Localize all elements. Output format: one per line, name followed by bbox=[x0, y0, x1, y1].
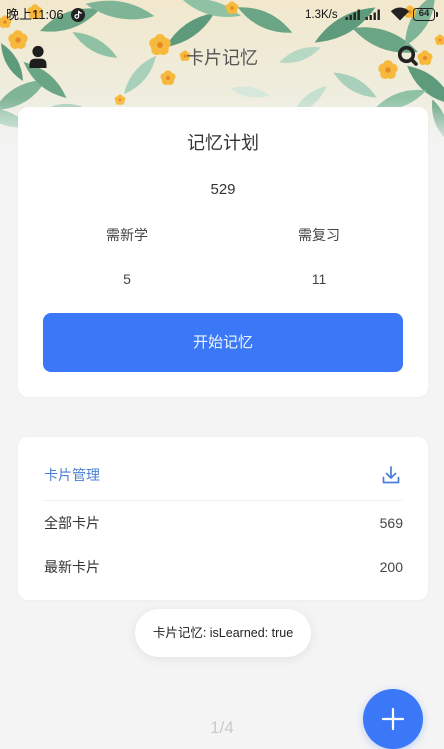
plan-title: 记忆计划 bbox=[187, 133, 259, 153]
toast-message: 卡片记忆: isLearned: true bbox=[135, 609, 311, 657]
new-learn-label: 需新学 bbox=[106, 227, 148, 243]
page-title: 卡片记忆 bbox=[186, 48, 258, 68]
all-cards-row[interactable]: 全部卡片 569 bbox=[44, 513, 403, 533]
latest-cards-row[interactable]: 最新卡片 200 bbox=[44, 557, 403, 577]
battery-icon: 64 bbox=[413, 8, 438, 21]
review-label: 需复习 bbox=[298, 227, 340, 243]
all-cards-count: 569 bbox=[379, 515, 403, 531]
download-button[interactable] bbox=[380, 464, 402, 486]
search-icon bbox=[397, 45, 418, 66]
review-count: 11 bbox=[311, 271, 327, 287]
plus-icon bbox=[381, 707, 405, 731]
battery-level: 64 bbox=[418, 8, 430, 19]
profile-button[interactable] bbox=[26, 44, 50, 70]
memory-plan-card: 记忆计划 529 需新学 需复习 5 11 开始记忆 bbox=[18, 107, 428, 397]
network-speed: 1.3K/s bbox=[305, 9, 338, 21]
status-bar: 晚上11:06 1.3K/s 64 bbox=[0, 0, 444, 30]
new-learn-count: 5 bbox=[123, 271, 131, 287]
signal-icon bbox=[345, 9, 360, 20]
all-cards-label: 全部卡片 bbox=[44, 515, 100, 531]
latest-cards-label: 最新卡片 bbox=[44, 559, 100, 575]
add-card-button[interactable] bbox=[363, 689, 423, 749]
latest-cards-count: 200 bbox=[379, 559, 403, 575]
card-management-title: 卡片管理 bbox=[44, 467, 100, 483]
wifi-icon bbox=[390, 7, 410, 21]
download-icon bbox=[382, 466, 400, 484]
signal-icon-secondary bbox=[365, 9, 380, 20]
status-time: 晚上11:06 bbox=[6, 7, 64, 22]
tiktok-notification-icon bbox=[71, 8, 85, 22]
page-indicator: 1/4 bbox=[210, 718, 234, 737]
card-management-card: 卡片管理 全部卡片 569 最新卡片 200 bbox=[18, 437, 428, 600]
user-icon bbox=[29, 45, 47, 68]
start-memory-button[interactable]: 开始记忆 bbox=[43, 313, 403, 372]
search-button[interactable] bbox=[395, 43, 421, 69]
divider bbox=[44, 500, 403, 501]
plan-total-count: 529 bbox=[210, 181, 236, 198]
